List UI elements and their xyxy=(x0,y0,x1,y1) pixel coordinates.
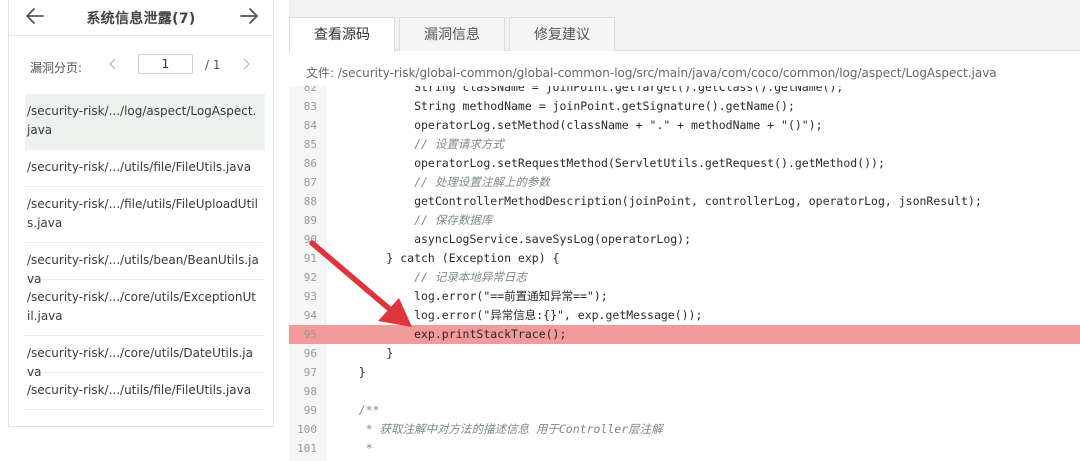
code-line: 88 getControllerMethodDescription(joinPo… xyxy=(289,192,1080,211)
code-text: * xyxy=(331,441,373,455)
code-line: 82 String className = joinPoint.getTarge… xyxy=(289,86,1080,97)
code-text: asyncLogService.saveSysLog(operatorLog); xyxy=(331,232,692,246)
page-total: / 1 xyxy=(205,58,221,72)
line-number: 96 xyxy=(303,347,317,360)
code-line: 97 } xyxy=(289,363,1080,382)
line-number: 92 xyxy=(303,271,317,284)
line-number: 90 xyxy=(303,233,317,246)
forward-arrow-icon[interactable] xyxy=(237,5,261,27)
code-text: // 处理设置注解上的参数 xyxy=(331,175,550,189)
code-line: 86 operatorLog.setRequestMethod(ServletU… xyxy=(289,154,1080,173)
code-line: 89 // 保存数据库 xyxy=(289,211,1080,230)
line-number: 82 xyxy=(303,86,317,94)
line-number: 91 xyxy=(303,252,317,265)
vulnerability-file-panel: 系统信息泄露(7) 漏洞分页: / 1 /security-risk/.../l… xyxy=(8,0,274,427)
code-line: 93 log.error("==前置通知异常=="); xyxy=(289,287,1080,306)
line-number: 97 xyxy=(303,366,317,379)
chevron-right-icon[interactable] xyxy=(240,57,252,71)
code-text: log.error("==前置通知异常=="); xyxy=(331,289,608,303)
tab-fix-suggestion[interactable]: 修复建议 xyxy=(509,17,615,51)
code-text: log.error("异常信息:{}", exp.getMessage()); xyxy=(331,308,703,322)
page-number-input[interactable] xyxy=(138,54,193,74)
code-text: String className = joinPoint.getTarget()… xyxy=(331,86,844,94)
code-text: // 设置请求方式 xyxy=(331,137,504,151)
code-text: } xyxy=(331,365,366,379)
chevron-left-icon[interactable] xyxy=(107,57,119,71)
line-number: 88 xyxy=(303,195,317,208)
code-line: 94 log.error("异常信息:{}", exp.getMessage()… xyxy=(289,306,1080,325)
code-text: } xyxy=(331,346,394,360)
code-line: 83 String methodName = joinPoint.getSign… xyxy=(289,97,1080,116)
line-number: 84 xyxy=(303,119,317,132)
line-number: 86 xyxy=(303,157,317,170)
code-text: exp.printStackTrace(); xyxy=(331,327,567,341)
tab-vulnerability-info[interactable]: 漏洞信息 xyxy=(399,17,505,51)
line-number: 83 xyxy=(303,100,317,113)
line-number: 99 xyxy=(303,404,317,417)
tab-view-source[interactable]: 查看源码 xyxy=(289,17,395,52)
file-path: 文件: /security-risk/global-common/global-… xyxy=(306,66,997,80)
panel-header: 系统信息泄露(7) xyxy=(9,0,273,36)
code-line: 84 operatorLog.setMethod(className + "."… xyxy=(289,116,1080,135)
file-list-item[interactable]: /security-risk/.../core/utils/DateUtils.… xyxy=(25,336,265,379)
code-text: operatorLog.setMethod(className + "." + … xyxy=(331,118,823,132)
line-number: 100 xyxy=(297,423,317,436)
source-code-viewer[interactable]: 82 String className = joinPoint.getTarge… xyxy=(289,86,1080,461)
line-number: 87 xyxy=(303,176,317,189)
code-text: // 记录本地异常日志 xyxy=(331,270,527,284)
code-line: 100 * 获取注解中对方法的描述信息 用于Controller层注解 xyxy=(289,420,1080,439)
file-list-item[interactable]: /security-risk/.../utils/bean/BeanUtils.… xyxy=(25,243,265,286)
code-line: 85 // 设置请求方式 xyxy=(289,135,1080,154)
detail-panel: 查看源码 漏洞信息 修复建议 文件: /security-risk/global… xyxy=(289,0,1080,461)
code-text: operatorLog.setRequestMethod(ServletUtil… xyxy=(331,156,885,170)
line-number: 89 xyxy=(303,214,317,227)
line-number: 101 xyxy=(297,442,317,455)
vulnerable-file-list: /security-risk/.../log/aspect/LogAspect.… xyxy=(25,94,265,410)
line-number: 85 xyxy=(303,138,317,151)
file-list-item[interactable]: /security-risk/.../file/utils/FileUpload… xyxy=(25,187,265,243)
code-line: 99 /** xyxy=(289,401,1080,420)
file-list-item[interactable]: /security-risk/.../log/aspect/LogAspect.… xyxy=(25,94,265,150)
code-text: * 获取注解中对方法的描述信息 用于Controller层注解 xyxy=(331,422,663,436)
tab-bar: 查看源码 漏洞信息 修复建议 xyxy=(289,0,1080,52)
code-line: 101 * xyxy=(289,439,1080,458)
file-list-item[interactable]: /security-risk/.../utils/file/FileUtils.… xyxy=(25,150,265,187)
line-number: 98 xyxy=(303,385,317,398)
pager-label: 漏洞分页: xyxy=(30,61,83,75)
code-line: 90 asyncLogService.saveSysLog(operatorLo… xyxy=(289,230,1080,249)
line-number: 94 xyxy=(303,309,317,322)
file-list-item[interactable]: /security-risk/.../core/utils/ExceptionU… xyxy=(25,280,265,336)
file-list-item[interactable]: /security-risk/.../utils/file/FileUtils.… xyxy=(25,373,265,410)
vulnerability-pager: 漏洞分页: / 1 xyxy=(9,52,273,78)
code-line: 91 } catch (Exception exp) { xyxy=(289,249,1080,268)
code-line: 87 // 处理设置注解上的参数 xyxy=(289,173,1080,192)
line-number: 93 xyxy=(303,290,317,303)
line-number: 95 xyxy=(303,328,317,341)
code-text: String methodName = joinPoint.getSignatu… xyxy=(331,99,795,113)
highlighted-code-line: 95 exp.printStackTrace(); xyxy=(289,325,1080,344)
code-line: 96 } xyxy=(289,344,1080,363)
code-text: getControllerMethodDescription(joinPoint… xyxy=(331,194,982,208)
code-line: 98 xyxy=(289,382,1080,401)
panel-title: 系统信息泄露(7) xyxy=(86,11,196,27)
code-text: /** xyxy=(331,403,380,417)
code-line: 92 // 记录本地异常日志 xyxy=(289,268,1080,287)
code-text: // 保存数据库 xyxy=(331,213,493,227)
code-text: } catch (Exception exp) { xyxy=(331,251,560,265)
